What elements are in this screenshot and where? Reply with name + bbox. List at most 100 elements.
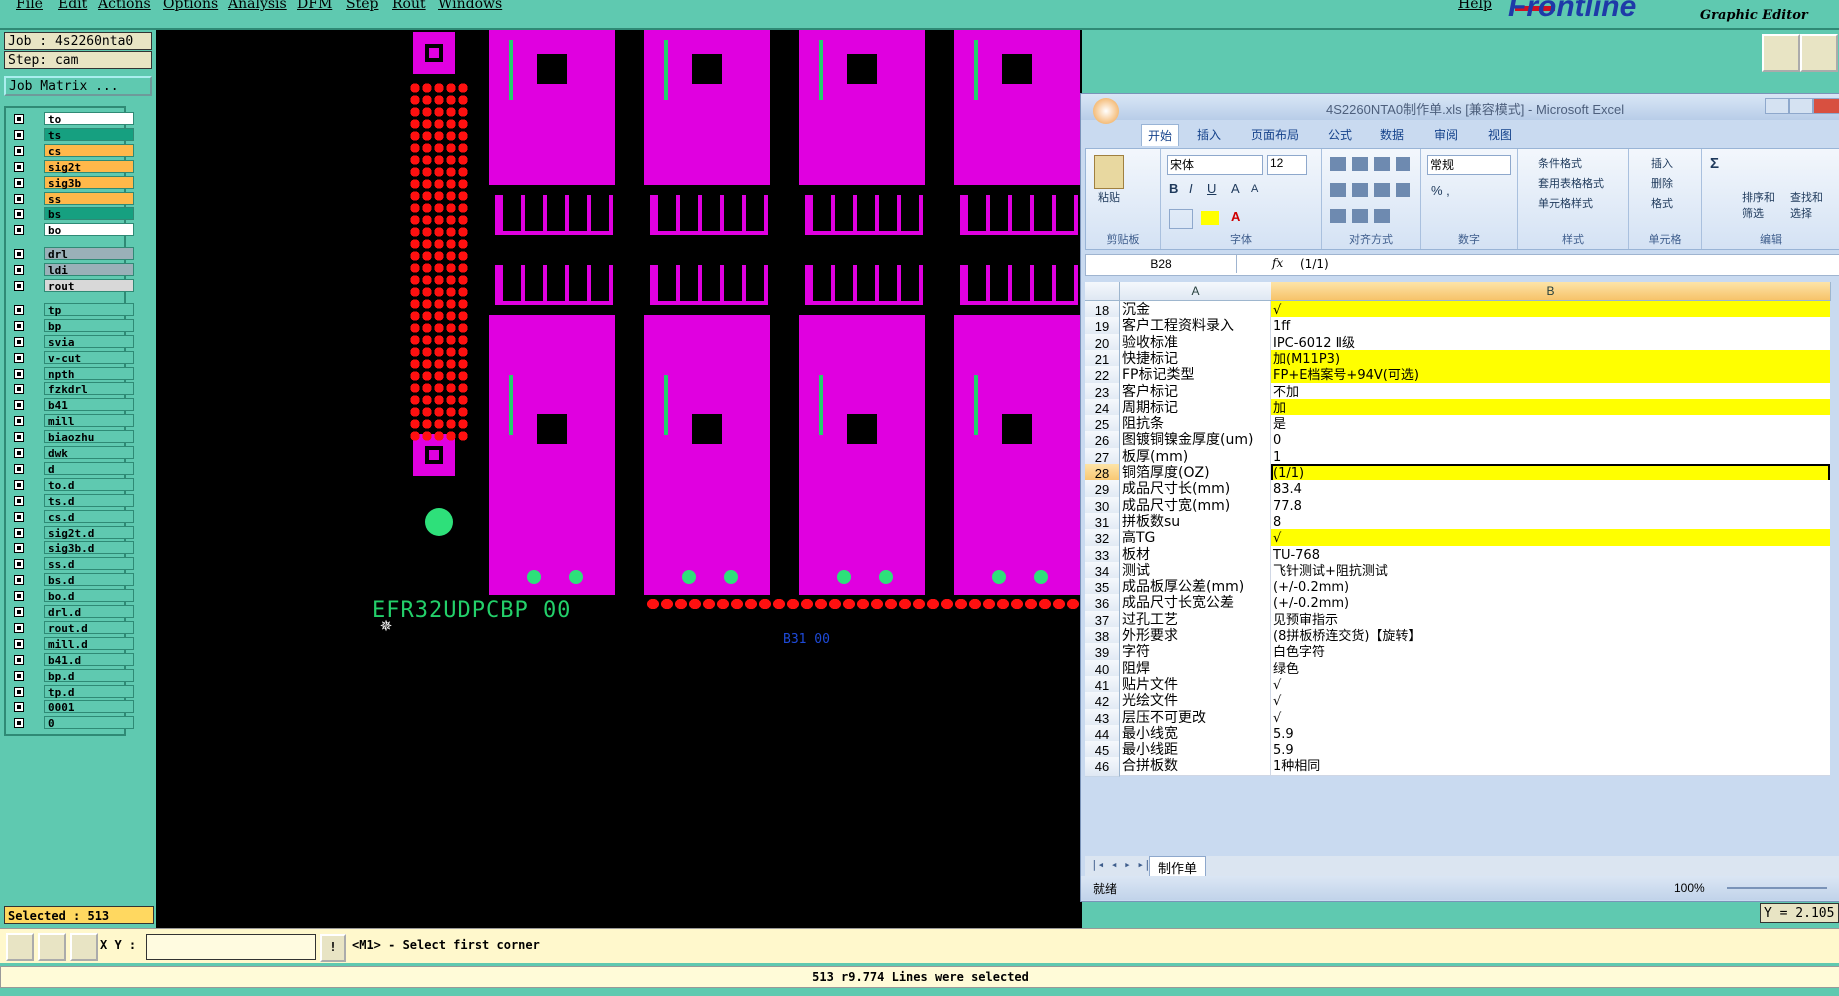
layer-row-bo.d[interactable]: bo.d [10,589,134,603]
select-all-corner[interactable] [1085,282,1120,301]
layer-checkbox[interactable] [14,654,24,665]
layer-checkbox[interactable] [14,591,24,602]
layer-name[interactable]: ldi [44,263,134,277]
bold-button[interactable]: B [1169,181,1178,196]
zoom-out-icon[interactable] [1800,34,1838,72]
layer-checkbox[interactable] [14,209,24,220]
layer-row-drl.d[interactable]: drl.d [10,605,134,619]
layer-checkbox[interactable] [14,463,24,474]
office-button-icon[interactable] [1093,98,1119,124]
layer-row-tp.d[interactable]: tp.d [10,684,134,699]
layer-name[interactable]: biaozhu [44,430,134,444]
layer-row-svia[interactable]: svia [10,334,134,349]
font-size-select[interactable]: 12 [1267,155,1307,175]
alert-icon[interactable]: ! [320,934,346,962]
tab-data[interactable]: 数据 [1380,126,1404,143]
layer-checkbox[interactable] [14,281,24,291]
layer-name[interactable]: npth [44,366,134,381]
function-icon[interactable]: fx [1272,256,1283,270]
layer-row-bs[interactable]: bs [10,207,134,221]
delete-cells-button[interactable]: 删除 [1651,175,1673,191]
layer-name[interactable]: sig3b.d [44,541,134,555]
layer-name[interactable]: mill.d [44,636,134,651]
insert-cells-button[interactable]: 插入 [1651,155,1673,171]
layer-row-v-cut[interactable]: v-cut [10,350,134,365]
snap-icon[interactable] [6,933,34,961]
menu-options[interactable]: Options [163,0,218,12]
italic-button[interactable]: I [1189,181,1193,196]
layer-row-rout[interactable]: rout [10,279,134,293]
layer-row-mill[interactable]: mill [10,414,134,428]
grow-font-button[interactable]: A [1231,181,1240,196]
autosum-icon[interactable]: Σ [1710,155,1719,172]
layer-row-cs.d[interactable]: cs.d [10,509,134,524]
sheet-nav-icons[interactable]: |◂ ◂ ▸ ▸| [1091,858,1151,871]
layer-row-rout.d[interactable]: rout.d [10,620,134,635]
layer-name[interactable]: v-cut [44,350,134,365]
layer-checkbox[interactable] [14,543,24,554]
layer-name[interactable]: b41 [44,398,134,412]
layer-checkbox[interactable] [14,448,24,458]
layer-checkbox[interactable] [14,265,24,276]
layer-checkbox[interactable] [14,575,24,586]
cell-a[interactable]: 合拼板数 [1120,757,1271,777]
layer-checkbox[interactable] [14,622,24,633]
column-header-a[interactable]: A [1120,282,1272,301]
menu-edit[interactable]: Edit [58,0,87,12]
menu-step[interactable]: Step [346,0,378,12]
conditional-format-button[interactable]: 条件格式 [1538,155,1582,171]
number-format-select[interactable]: 常规 [1427,155,1511,175]
layer-name[interactable]: bp [44,318,134,333]
tab-home[interactable]: 开始 [1141,124,1180,146]
layer-checkbox[interactable] [14,559,24,570]
tab-formulas[interactable]: 公式 [1328,126,1352,143]
layer-checkbox[interactable] [14,479,24,490]
layer-row-fzkdrl[interactable]: fzkdrl [10,382,134,396]
xy-input[interactable] [146,934,316,960]
layer-name[interactable]: 0001 [44,700,134,714]
layer-name[interactable]: d [44,461,134,476]
layer-row-0[interactable]: 0 [10,716,134,730]
minimize-icon[interactable] [1765,98,1789,114]
layer-name[interactable]: ss [44,191,134,206]
layer-row-tp[interactable]: tp [10,302,134,317]
layer-name[interactable]: cs.d [44,509,134,524]
layer-checkbox[interactable] [14,225,24,236]
layer-name[interactable]: rout.d [44,620,134,635]
layer-name[interactable]: drl.d [44,605,134,619]
align-left-icons[interactable] [1330,183,1410,197]
layer-checkbox[interactable] [14,145,24,156]
layer-name[interactable]: drl [44,247,134,261]
layer-row-sig3b[interactable]: sig3b [10,175,134,190]
shrink-font-button[interactable]: A [1251,183,1258,195]
layer-checkbox[interactable] [14,670,24,681]
menu-windows[interactable]: Windows [438,0,502,12]
layer-row-d[interactable]: d [10,461,134,476]
paste-label[interactable]: 粘贴 [1098,189,1120,205]
layer-checkbox[interactable] [14,718,24,729]
menu-dfm[interactable]: DFM [297,0,332,12]
layer-name[interactable]: bs [44,207,134,221]
menu-analysis[interactable]: Analysis [228,0,287,12]
column-header-b[interactable]: B [1271,282,1831,301]
layer-row-dwk[interactable]: dwk [10,446,134,460]
layer-name[interactable]: bo.d [44,589,134,603]
find-select-button[interactable]: 查找和 选择 [1790,189,1823,221]
layer-row-b41.d[interactable]: b41.d [10,652,134,667]
layer-name[interactable]: bp.d [44,668,134,683]
layer-checkbox[interactable] [14,177,24,188]
tab-view[interactable]: 视图 [1488,126,1512,143]
layer-checkbox[interactable] [14,527,24,538]
layer-row-mill.d[interactable]: mill.d [10,636,134,651]
menu-file[interactable]: File [16,0,43,12]
layer-name[interactable]: to.d [44,477,134,492]
layer-checkbox[interactable] [14,336,24,347]
layer-name[interactable]: sig3b [44,175,134,190]
menu-help[interactable]: Help [1458,0,1492,12]
layer-checkbox[interactable] [14,129,24,140]
layer-name[interactable]: sig2t [44,159,134,174]
table-format-button[interactable]: 套用表格格式 [1538,175,1604,191]
layer-name[interactable]: mill [44,414,134,428]
formula-input[interactable]: (1/1) [1300,255,1329,273]
layer-row-sig3b.d[interactable]: sig3b.d [10,541,134,555]
